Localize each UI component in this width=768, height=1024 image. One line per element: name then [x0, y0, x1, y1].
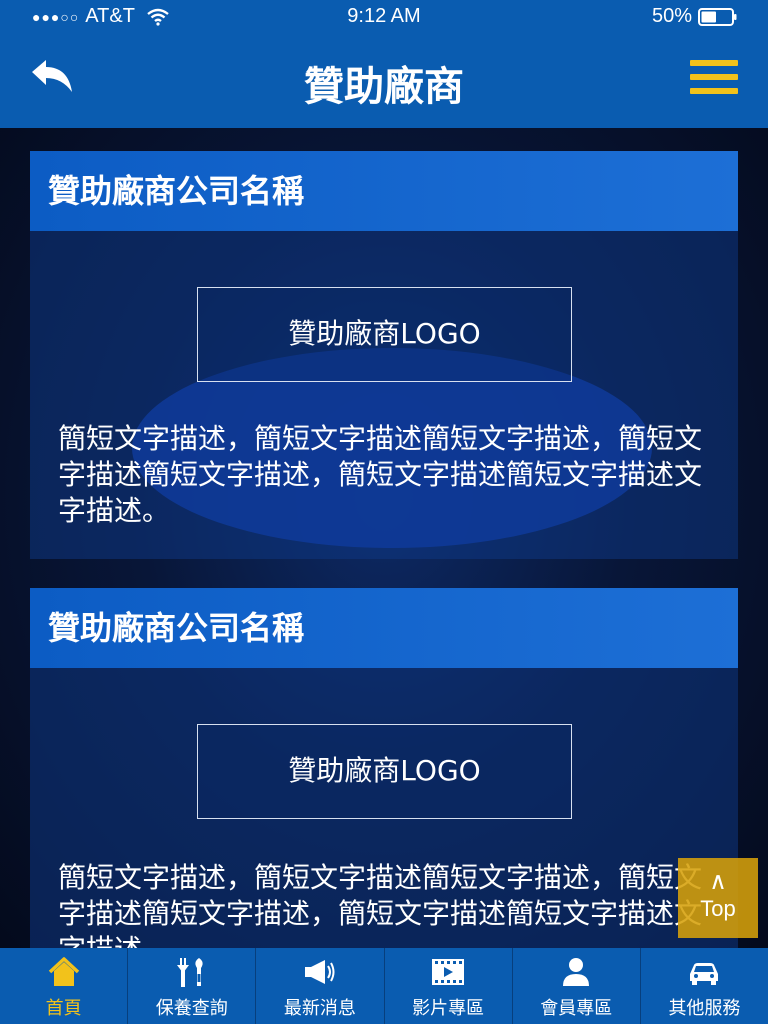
tab-label: 首頁	[45, 998, 82, 1019]
tab-label: 保養查詢	[155, 998, 228, 1019]
tab-members[interactable]: 會員專區	[513, 948, 641, 1024]
film-icon	[432, 959, 465, 985]
tab-label: 會員專區	[540, 998, 613, 1019]
tab-maintenance[interactable]: 保養查詢	[128, 948, 257, 1024]
menu-line	[690, 74, 738, 80]
tab-home[interactable]: 首頁	[0, 948, 129, 1024]
megaphone-icon	[304, 960, 335, 984]
tab-news[interactable]: 最新消息	[256, 948, 385, 1024]
menu-line	[690, 60, 738, 66]
car-icon	[690, 963, 719, 985]
tools-icon	[176, 958, 203, 987]
battery-icon	[698, 7, 737, 26]
back-to-top-button[interactable]: ∧ Top	[678, 858, 758, 938]
sponsor-name: 贊助廠商公司名稱	[30, 151, 738, 231]
sponsor-logo[interactable]: 贊助廠商LOGO	[197, 287, 572, 382]
sponsor-card: 贊助廠商公司名稱 贊助廠商LOGO 簡短文字描述，簡短文字描述簡短文字描述，簡短…	[30, 588, 738, 966]
tab-videos[interactable]: 影片專區	[385, 948, 513, 1024]
home-icon	[48, 957, 79, 986]
chevron-up-icon: ∧	[709, 868, 727, 895]
sponsor-body: 贊助廠商LOGO 簡短文字描述，簡短文字描述簡短文字描述，簡短文字描述簡短文字描…	[30, 231, 738, 559]
page-title: 贊助廠商	[304, 64, 464, 110]
status-bar: ●●●○○ AT&T 9:12 AM 50%	[0, 0, 768, 32]
user-icon	[563, 958, 590, 986]
battery-percent: 50%	[651, 5, 692, 27]
sponsor-logo[interactable]: 贊助廠商LOGO	[197, 724, 572, 819]
sponsor-name: 贊助廠商公司名稱	[30, 588, 738, 668]
tab-other-services[interactable]: 其他服務	[641, 948, 768, 1024]
status-right: 50%	[652, 5, 738, 28]
tab-label: 影片專區	[412, 998, 485, 1019]
tab-bar: 首頁 保養查詢 最新消息 影片專區 會員專區 其他服務	[0, 948, 768, 1024]
hamburger-menu-icon[interactable]	[690, 60, 738, 100]
tab-label: 其他服務	[668, 998, 741, 1019]
sponsor-card: 贊助廠商公司名稱 贊助廠商LOGO 簡短文字描述，簡短文字描述簡短文字描述，簡短…	[30, 151, 738, 559]
nav-bar: 贊助廠商	[0, 32, 768, 128]
sponsor-description: 簡短文字描述，簡短文字描述簡短文字描述，簡短文字描述簡短文字描述，簡短文字描述簡…	[58, 422, 703, 527]
top-label: Top	[700, 896, 736, 921]
tab-label: 最新消息	[283, 998, 356, 1019]
sponsor-body: 贊助廠商LOGO 簡短文字描述，簡短文字描述簡短文字描述，簡短文字描述簡短文字描…	[30, 668, 738, 966]
menu-line	[690, 88, 738, 94]
